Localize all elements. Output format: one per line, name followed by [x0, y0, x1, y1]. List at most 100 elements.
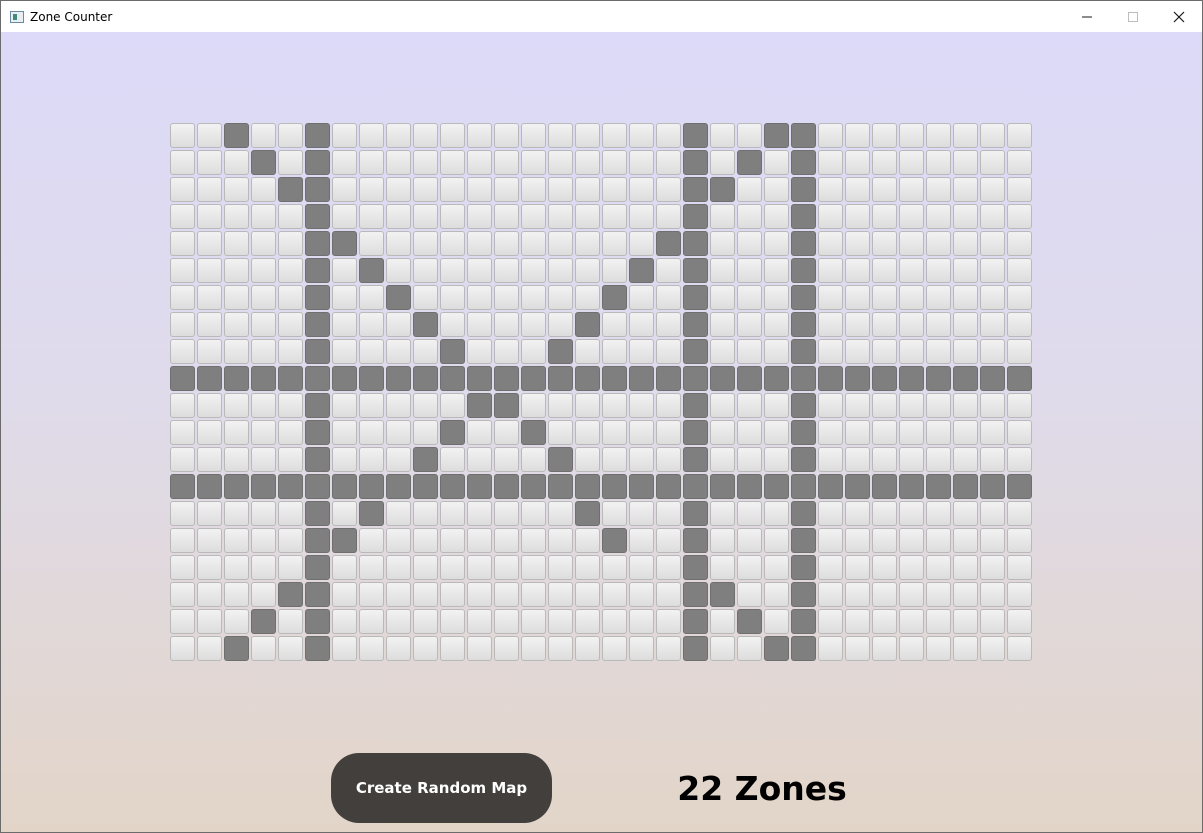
grid-cell-empty[interactable] — [899, 177, 924, 202]
grid-cell-empty[interactable] — [197, 636, 222, 661]
grid-cell-empty[interactable] — [764, 609, 789, 634]
grid-cell-empty[interactable] — [1007, 393, 1032, 418]
grid-cell-filled[interactable] — [413, 312, 438, 337]
grid-cell-empty[interactable] — [1007, 447, 1032, 472]
grid-cell-empty[interactable] — [980, 285, 1005, 310]
grid-cell-empty[interactable] — [737, 258, 762, 283]
grid-cell-empty[interactable] — [818, 609, 843, 634]
grid-cell-empty[interactable] — [521, 204, 546, 229]
grid-cell-empty[interactable] — [494, 285, 519, 310]
grid-cell-filled[interactable] — [251, 609, 276, 634]
grid-cell-filled[interactable] — [548, 447, 573, 472]
title-bar[interactable]: Zone Counter — [1, 1, 1202, 32]
grid-cell-empty[interactable] — [278, 636, 303, 661]
grid-cell-empty[interactable] — [845, 609, 870, 634]
grid-cell-filled[interactable] — [899, 474, 924, 499]
grid-cell-empty[interactable] — [953, 150, 978, 175]
grid-cell-empty[interactable] — [440, 555, 465, 580]
grid-cell-filled[interactable] — [656, 366, 681, 391]
grid-cell-empty[interactable] — [278, 258, 303, 283]
grid-cell-empty[interactable] — [845, 501, 870, 526]
grid-cell-empty[interactable] — [332, 258, 357, 283]
grid-cell-empty[interactable] — [332, 339, 357, 364]
grid-cell-empty[interactable] — [845, 555, 870, 580]
grid-cell-empty[interactable] — [656, 258, 681, 283]
grid-cell-empty[interactable] — [467, 501, 492, 526]
grid-cell-empty[interactable] — [224, 204, 249, 229]
grid-cell-empty[interactable] — [197, 420, 222, 445]
grid-cell-filled[interactable] — [710, 582, 735, 607]
grid-cell-filled[interactable] — [305, 609, 330, 634]
grid-cell-empty[interactable] — [656, 582, 681, 607]
grid-cell-empty[interactable] — [413, 231, 438, 256]
grid-cell-empty[interactable] — [197, 123, 222, 148]
grid-cell-empty[interactable] — [818, 231, 843, 256]
grid-cell-empty[interactable] — [224, 312, 249, 337]
grid-cell-empty[interactable] — [251, 231, 276, 256]
grid-cell-empty[interactable] — [818, 393, 843, 418]
grid-cell-filled[interactable] — [683, 312, 708, 337]
grid-cell-empty[interactable] — [818, 555, 843, 580]
grid-cell-empty[interactable] — [818, 258, 843, 283]
grid-cell-filled[interactable] — [494, 393, 519, 418]
grid-cell-empty[interactable] — [953, 636, 978, 661]
grid-cell-empty[interactable] — [629, 339, 654, 364]
grid-cell-filled[interactable] — [440, 474, 465, 499]
grid-cell-empty[interactable] — [440, 312, 465, 337]
grid-cell-filled[interactable] — [683, 636, 708, 661]
grid-cell-empty[interactable] — [575, 420, 600, 445]
grid-cell-empty[interactable] — [359, 555, 384, 580]
grid-cell-empty[interactable] — [926, 393, 951, 418]
grid-cell-empty[interactable] — [953, 555, 978, 580]
grid-cell-filled[interactable] — [791, 204, 816, 229]
grid-cell-empty[interactable] — [413, 123, 438, 148]
grid-cell-empty[interactable] — [656, 312, 681, 337]
grid-cell-empty[interactable] — [386, 393, 411, 418]
grid-cell-empty[interactable] — [467, 339, 492, 364]
grid-cell-empty[interactable] — [386, 447, 411, 472]
grid-cell-filled[interactable] — [305, 177, 330, 202]
grid-cell-filled[interactable] — [791, 393, 816, 418]
grid-cell-filled[interactable] — [629, 474, 654, 499]
grid-cell-empty[interactable] — [953, 528, 978, 553]
grid-cell-empty[interactable] — [656, 636, 681, 661]
grid-cell-filled[interactable] — [521, 420, 546, 445]
grid-cell-filled[interactable] — [170, 366, 195, 391]
grid-cell-empty[interactable] — [332, 123, 357, 148]
grid-cell-filled[interactable] — [494, 474, 519, 499]
grid-cell-empty[interactable] — [521, 528, 546, 553]
grid-cell-filled[interactable] — [791, 501, 816, 526]
grid-cell-filled[interactable] — [791, 474, 816, 499]
grid-cell-empty[interactable] — [872, 177, 897, 202]
grid-cell-filled[interactable] — [278, 474, 303, 499]
grid-cell-filled[interactable] — [467, 474, 492, 499]
grid-cell-filled[interactable] — [683, 204, 708, 229]
grid-cell-filled[interactable] — [791, 123, 816, 148]
grid-cell-empty[interactable] — [521, 285, 546, 310]
grid-cell-empty[interactable] — [926, 285, 951, 310]
grid-cell-empty[interactable] — [980, 393, 1005, 418]
grid-cell-empty[interactable] — [710, 312, 735, 337]
grid-cell-filled[interactable] — [683, 177, 708, 202]
grid-cell-empty[interactable] — [656, 555, 681, 580]
grid-cell-filled[interactable] — [737, 150, 762, 175]
grid-cell-empty[interactable] — [440, 258, 465, 283]
grid-cell-filled[interactable] — [197, 366, 222, 391]
grid-cell-empty[interactable] — [278, 609, 303, 634]
grid-cell-empty[interactable] — [710, 285, 735, 310]
grid-cell-empty[interactable] — [467, 582, 492, 607]
grid-cell-empty[interactable] — [764, 285, 789, 310]
grid-cell-empty[interactable] — [899, 258, 924, 283]
grid-cell-empty[interactable] — [872, 393, 897, 418]
grid-cell-empty[interactable] — [332, 177, 357, 202]
grid-cell-empty[interactable] — [467, 258, 492, 283]
grid-cell-filled[interactable] — [305, 312, 330, 337]
grid-cell-filled[interactable] — [305, 150, 330, 175]
grid-cell-filled[interactable] — [467, 366, 492, 391]
grid-cell-filled[interactable] — [305, 204, 330, 229]
grid-cell-empty[interactable] — [440, 636, 465, 661]
grid-cell-empty[interactable] — [629, 636, 654, 661]
grid-cell-empty[interactable] — [278, 447, 303, 472]
grid-cell-empty[interactable] — [629, 528, 654, 553]
grid-cell-empty[interactable] — [224, 258, 249, 283]
